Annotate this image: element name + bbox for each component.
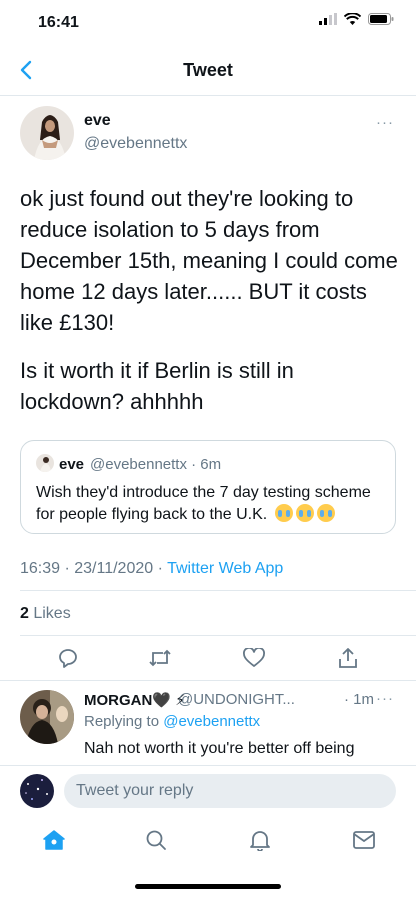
reply-more-icon[interactable]: ··· — [376, 690, 394, 707]
likes-divider — [20, 635, 416, 636]
author-avatar[interactable] — [20, 106, 74, 160]
tweet-meta: 16:39 · 23/11/2020 · Twitter Web App — [20, 560, 283, 578]
quoted-avatar — [36, 454, 54, 472]
reply-icon — [59, 649, 77, 668]
heart-icon — [243, 648, 265, 667]
retweet-icon — [149, 649, 171, 667]
share-icon — [339, 648, 357, 668]
replying-to-link[interactable]: @evebennettx — [163, 713, 260, 730]
wifi-icon — [344, 13, 361, 25]
tab-notifications[interactable] — [246, 826, 274, 854]
quoted-name: eve — [59, 456, 85, 473]
likes-label: Likes — [28, 605, 71, 622]
crying-face-icon — [295, 504, 314, 522]
reply-input[interactable]: Tweet your reply — [64, 774, 396, 808]
user-avatar[interactable] — [20, 774, 54, 808]
author-name[interactable]: eve — [84, 112, 111, 130]
likes-count: 2 — [20, 605, 29, 622]
reply-avatar[interactable] — [20, 690, 74, 744]
more-options-icon[interactable]: ··· — [376, 114, 394, 131]
likes-summary[interactable]: 2 Likes — [20, 605, 71, 623]
quoted-text: Wish they'd introduce the 7 day testing … — [36, 482, 376, 526]
status-time: 16:41 — [38, 14, 79, 31]
author-handle[interactable]: @evebennettx — [84, 135, 187, 153]
tweet-text-paragraph-1: ok just found out they're looking to red… — [20, 186, 398, 335]
crying-face-icon — [316, 504, 335, 522]
home-icon — [43, 830, 65, 850]
tab-search[interactable] — [142, 826, 170, 854]
crying-face-icon — [274, 504, 293, 522]
quoted-handle: @evebennettx · 6m — [90, 456, 222, 473]
home-indicator — [135, 884, 281, 889]
replying-prefix: Replying to — [84, 713, 164, 730]
replying-to: Replying to @evebennettx — [84, 713, 260, 730]
retweet-button[interactable] — [146, 644, 174, 672]
page-title: Tweet — [183, 60, 233, 80]
mail-icon — [353, 831, 375, 849]
reply-author-handle[interactable]: @UNDONIGHT... — [178, 691, 295, 708]
reply-author-name[interactable]: MORGAN🖤 ⚡ — [84, 691, 186, 709]
tab-messages[interactable] — [350, 826, 378, 854]
tweet-text-paragraph-2: Is it worth it if Berlin is still in loc… — [20, 358, 294, 414]
signal-icon — [319, 13, 337, 25]
reply-text: Nah not worth it you're better off being — [84, 740, 355, 757]
actions-divider — [0, 680, 416, 681]
tweet-source-link[interactable]: Twitter Web App — [167, 560, 283, 577]
tweet-timestamp: 16:39 · 23/11/2020 · — [20, 560, 168, 577]
nav-divider — [0, 95, 416, 96]
battery-icon — [368, 13, 394, 25]
like-button[interactable] — [240, 644, 268, 672]
meta-divider — [20, 590, 416, 591]
reply-button[interactable] — [54, 644, 82, 672]
reply-time: · 1m — [344, 691, 374, 708]
tab-home[interactable] — [40, 826, 68, 854]
search-icon — [146, 830, 166, 850]
status-icons — [319, 13, 394, 25]
bell-icon — [250, 831, 270, 851]
share-button[interactable] — [334, 644, 362, 672]
